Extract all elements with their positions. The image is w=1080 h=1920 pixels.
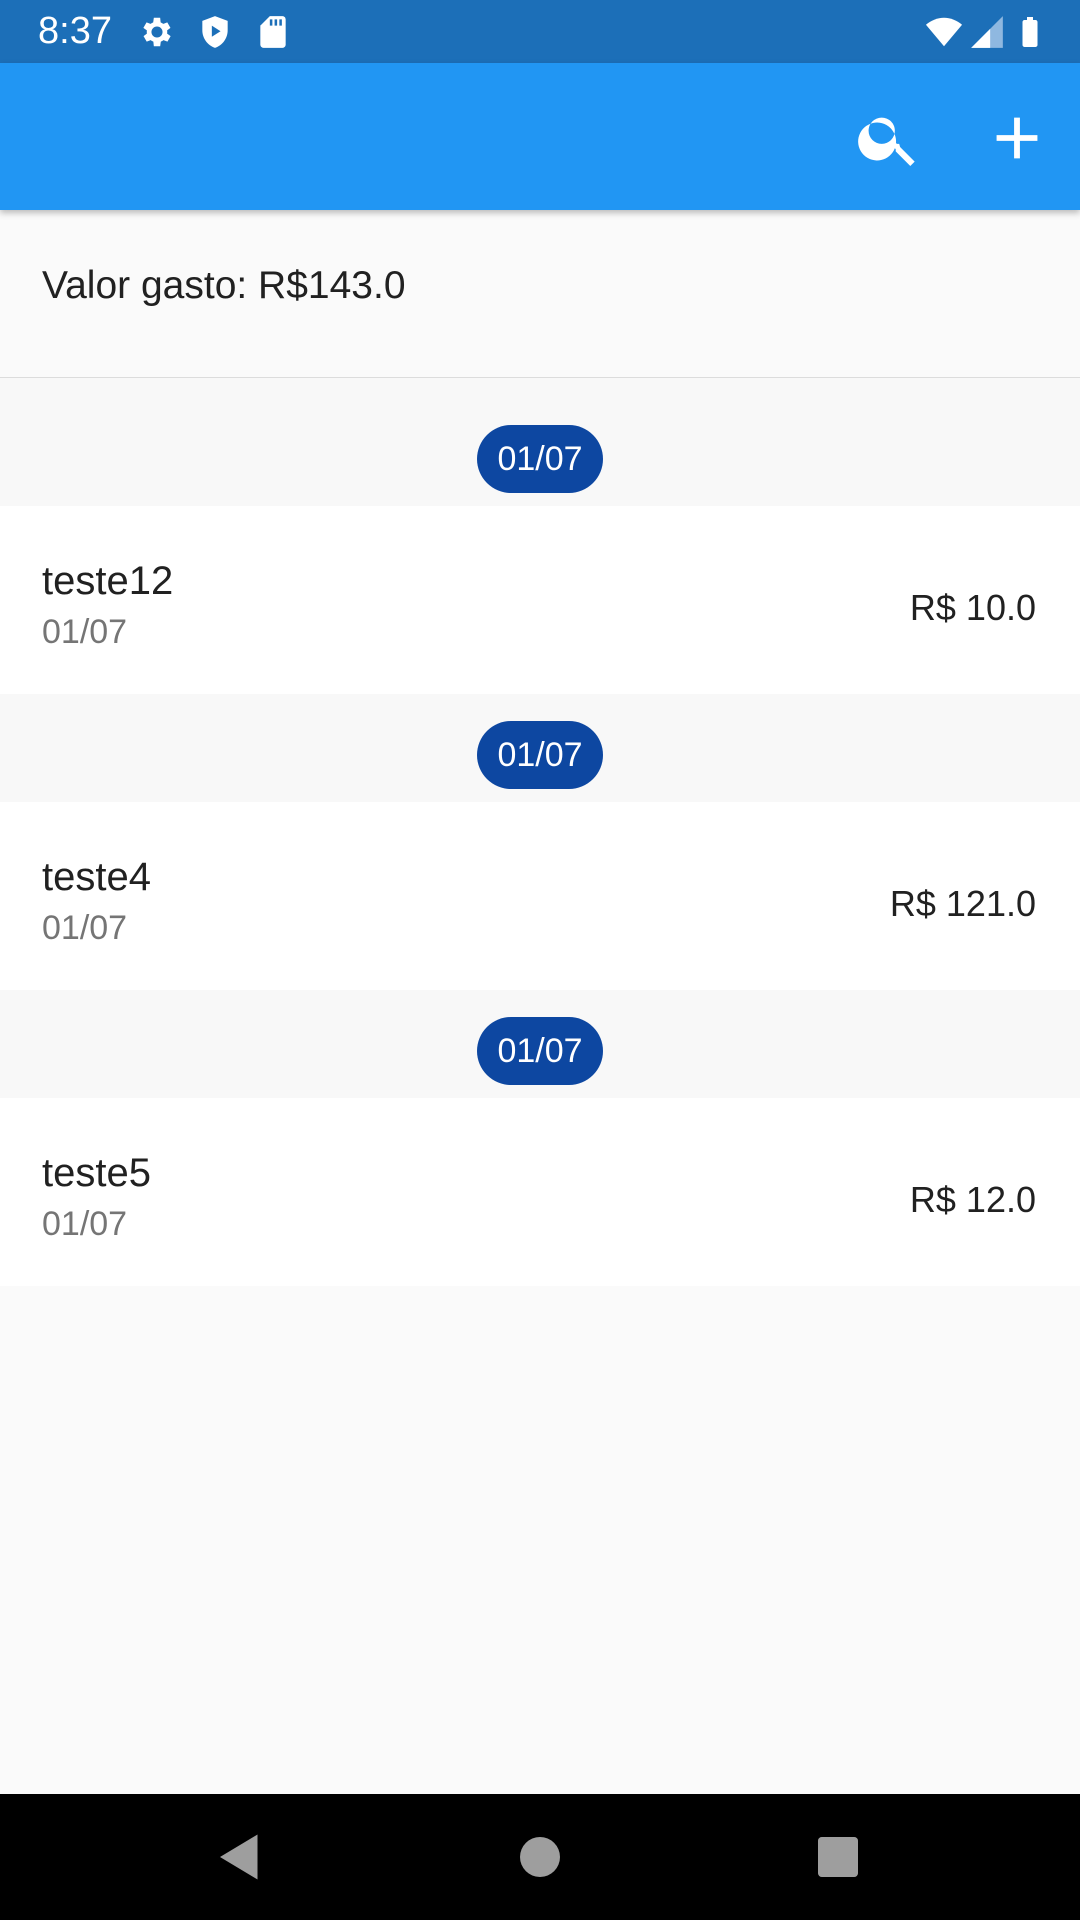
status-bar: 8:37 xyxy=(0,0,1080,63)
item-title: teste4 xyxy=(42,855,151,899)
list-item[interactable]: teste5 01/07 R$ 12.0 xyxy=(0,1098,1080,1286)
date-header: 01/07 xyxy=(0,990,1080,1098)
back-icon[interactable] xyxy=(210,1827,270,1887)
date-chip: 01/07 xyxy=(477,425,603,493)
list-item[interactable]: teste4 01/07 R$ 121.0 xyxy=(0,802,1080,990)
recents-icon[interactable] xyxy=(808,1827,868,1887)
item-date: 01/07 xyxy=(42,1205,128,1243)
item-value: R$ 10.0 xyxy=(909,587,1036,628)
app-bar xyxy=(0,63,1080,210)
status-time: 8:37 xyxy=(38,10,112,52)
item-date: 01/07 xyxy=(42,613,128,651)
sd-card-icon xyxy=(254,13,292,51)
list-item[interactable]: teste12 01/07 R$ 10.0 xyxy=(0,506,1080,694)
gear-icon xyxy=(138,13,176,51)
date-header: 01/07 xyxy=(0,694,1080,802)
item-value: R$ 12.0 xyxy=(909,1179,1036,1220)
date-chip: 01/07 xyxy=(477,1017,603,1085)
spent-summary: Valor gasto: R$143.0 xyxy=(0,210,1080,378)
item-title: teste12 xyxy=(42,559,174,603)
home-icon[interactable] xyxy=(510,1827,570,1887)
item-value: R$ 121.0 xyxy=(889,883,1036,924)
item-title: teste5 xyxy=(42,1151,151,1195)
item-date: 01/07 xyxy=(42,909,128,947)
spent-summary-text: Valor gasto: R$143.0 xyxy=(42,264,406,307)
add-icon[interactable] xyxy=(982,103,1052,173)
battery-icon xyxy=(1012,13,1048,51)
navigation-bar xyxy=(0,1794,1080,1920)
search-icon[interactable] xyxy=(854,103,924,173)
date-header: 01/07 xyxy=(0,378,1080,506)
date-chip: 01/07 xyxy=(477,721,603,789)
shield-play-icon xyxy=(196,13,234,51)
signal-icon xyxy=(968,13,1006,51)
wifi-icon xyxy=(922,13,966,51)
expense-list: 01/07 teste12 01/07 R$ 10.0 01/07 teste4… xyxy=(0,378,1080,1286)
